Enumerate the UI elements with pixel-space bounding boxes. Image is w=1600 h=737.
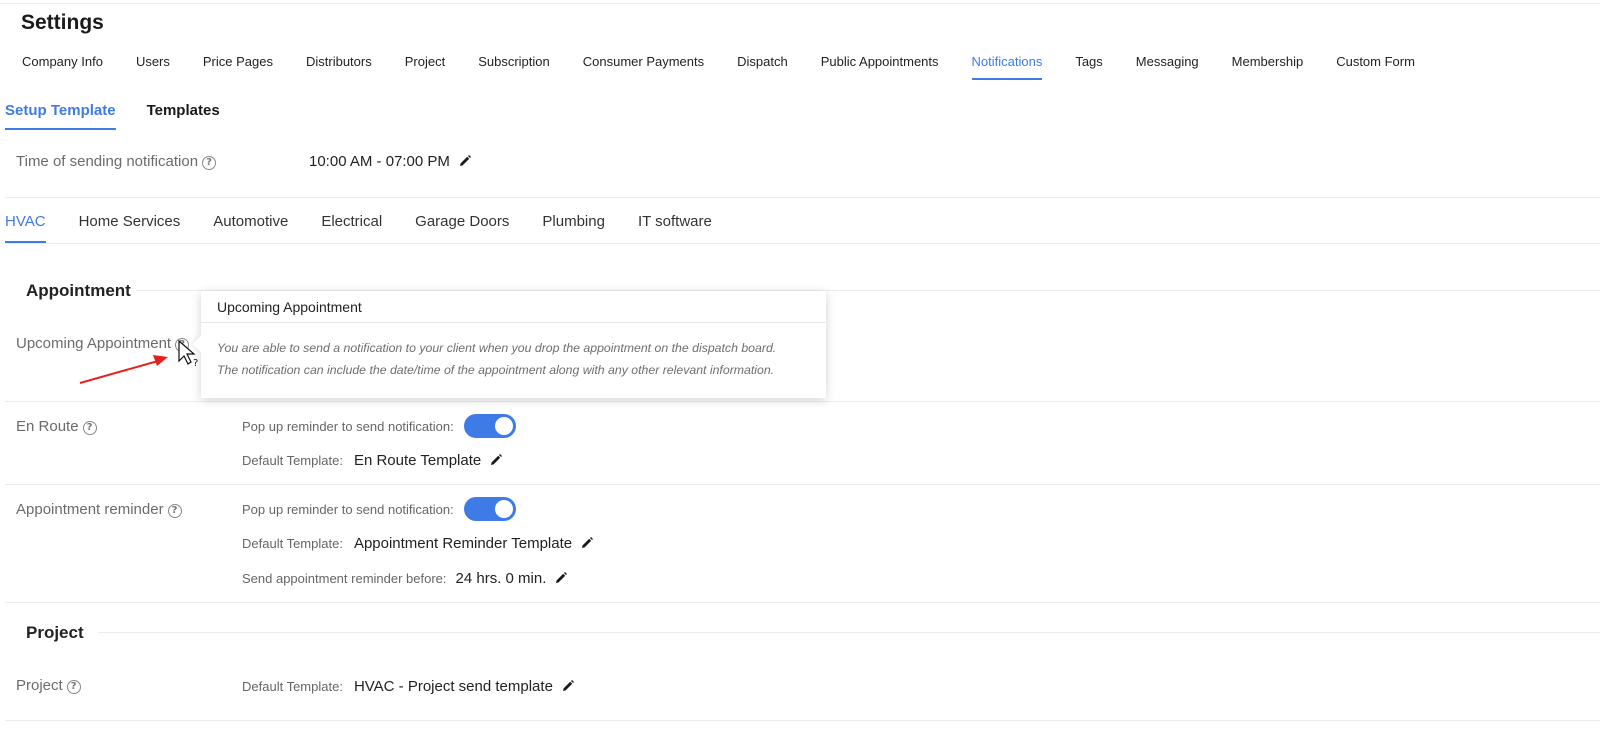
appointment-reminder-text: Appointment reminder xyxy=(16,501,164,518)
tab-tags[interactable]: Tags xyxy=(1075,54,1102,80)
tooltip-line: You are able to send a notification to y… xyxy=(217,341,777,355)
project-text: Project xyxy=(16,677,63,694)
time-of-sending-text: Time of sending notification xyxy=(16,153,199,170)
tab-garage-doors[interactable]: Garage Doors xyxy=(415,213,509,243)
tab-setup-template[interactable]: Setup Template xyxy=(5,102,116,130)
tab-users[interactable]: Users xyxy=(136,54,170,80)
popup-reminder-label: Pop up reminder to send notification: xyxy=(242,418,454,434)
time-of-sending-row: Time of sending notification? 10:00 AM -… xyxy=(16,153,1600,173)
pencil-icon[interactable] xyxy=(555,572,568,584)
time-of-sending-value: 10:00 AM - 07:00 PM xyxy=(309,153,471,170)
tab-project[interactable]: Project xyxy=(405,54,445,80)
reminder-popup-toggle[interactable] xyxy=(463,497,516,521)
tab-home-services[interactable]: Home Services xyxy=(79,213,181,243)
tab-electrical[interactable]: Electrical xyxy=(321,213,382,243)
en-route-text: En Route xyxy=(16,418,79,435)
tab-custom-form[interactable]: Custom Form xyxy=(1336,54,1415,80)
reminder-before-field: Send appointment reminder before: 24 hrs… xyxy=(242,569,568,587)
default-template-label: Default Template: xyxy=(242,678,343,694)
tab-templates[interactable]: Templates xyxy=(147,102,220,130)
tab-dispatch[interactable]: Dispatch xyxy=(737,54,788,80)
divider xyxy=(5,401,1600,402)
en-route-popup-toggle[interactable] xyxy=(463,414,516,438)
project-label: Project? xyxy=(16,677,81,694)
tab-plumbing[interactable]: Plumbing xyxy=(542,213,605,243)
divider xyxy=(5,602,1600,603)
help-icon[interactable]: ? xyxy=(202,156,217,170)
settings-tabs: Company Info Users Price Pages Distribut… xyxy=(22,54,1415,80)
page-title: Settings xyxy=(21,11,104,34)
tab-it-software[interactable]: IT software xyxy=(638,213,712,243)
tab-consumer-payments[interactable]: Consumer Payments xyxy=(583,54,704,80)
help-icon[interactable]: ? xyxy=(167,504,182,518)
tooltip-body: You are able to send a notification to y… xyxy=(217,337,817,381)
divider xyxy=(5,720,1600,721)
reminder-before-label: Send appointment reminder before: xyxy=(242,570,447,586)
red-annotation-arrow xyxy=(79,355,168,384)
tooltip-line: The notification can include the date/ti… xyxy=(217,363,775,377)
pencil-icon[interactable] xyxy=(581,537,594,549)
reminder-template-value: Appointment Reminder Template xyxy=(353,534,573,552)
pencil-icon[interactable] xyxy=(459,155,471,167)
tooltip-title: Upcoming Appointment xyxy=(217,299,362,315)
en-route-popup-field: Pop up reminder to send notification: xyxy=(242,414,516,438)
notification-sub-tabs: Setup Template Templates xyxy=(5,102,220,130)
industry-tabs: HVAC Home Services Automotive Electrical… xyxy=(5,213,712,243)
tab-notifications[interactable]: Notifications xyxy=(971,54,1042,80)
tab-membership[interactable]: Membership xyxy=(1232,54,1304,80)
pencil-icon[interactable] xyxy=(562,680,574,692)
tab-company-info[interactable]: Company Info xyxy=(22,54,103,80)
tooltip-arrow xyxy=(192,335,210,353)
upcoming-appointment-tooltip: Upcoming Appointment You are able to sen… xyxy=(192,291,826,398)
project-section-title: Project xyxy=(26,623,84,642)
appointment-section-title: Appointment xyxy=(26,281,131,300)
time-range-text: 10:00 AM - 07:00 PM xyxy=(309,153,450,170)
svg-text:?: ? xyxy=(193,358,198,369)
project-template-value: HVAC - Project send template xyxy=(353,677,553,695)
default-template-label: Default Template: xyxy=(242,535,343,551)
en-route-template-value: En Route Template xyxy=(353,451,482,469)
help-icon[interactable]: ? xyxy=(82,421,97,435)
tab-public-appointments[interactable]: Public Appointments xyxy=(821,54,939,80)
tab-hvac[interactable]: HVAC xyxy=(5,213,46,243)
tab-distributors[interactable]: Distributors xyxy=(306,54,372,80)
divider xyxy=(5,197,1600,198)
reminder-before-value: 24 hrs. 0 min. xyxy=(455,569,547,587)
divider xyxy=(5,243,1600,244)
reminder-template-field: Default Template: Appointment Reminder T… xyxy=(242,534,594,552)
upcoming-appointment-label: Upcoming Appointment? xyxy=(16,335,190,352)
help-icon[interactable]: ? xyxy=(175,338,190,352)
help-icon[interactable]: ? xyxy=(66,680,81,694)
top-border xyxy=(0,3,1600,4)
en-route-template-field: Default Template: En Route Template xyxy=(242,451,503,469)
reminder-popup-field: Pop up reminder to send notification: xyxy=(242,497,516,521)
section-line xyxy=(98,632,1600,633)
project-template-field: Default Template: HVAC - Project send te… xyxy=(242,677,574,695)
divider xyxy=(5,484,1600,485)
default-template-label: Default Template: xyxy=(242,452,343,468)
time-of-sending-label: Time of sending notification? xyxy=(16,153,217,170)
tab-automotive[interactable]: Automotive xyxy=(213,213,288,243)
popup-reminder-label: Pop up reminder to send notification: xyxy=(242,501,454,517)
tab-messaging[interactable]: Messaging xyxy=(1136,54,1199,80)
tooltip-divider xyxy=(201,322,826,323)
tab-subscription[interactable]: Subscription xyxy=(478,54,550,80)
tab-price-pages[interactable]: Price Pages xyxy=(203,54,273,80)
pencil-icon[interactable] xyxy=(490,454,503,466)
en-route-label: En Route? xyxy=(16,418,97,435)
appointment-reminder-label: Appointment reminder? xyxy=(16,501,182,518)
upcoming-appointment-text: Upcoming Appointment xyxy=(16,335,172,352)
